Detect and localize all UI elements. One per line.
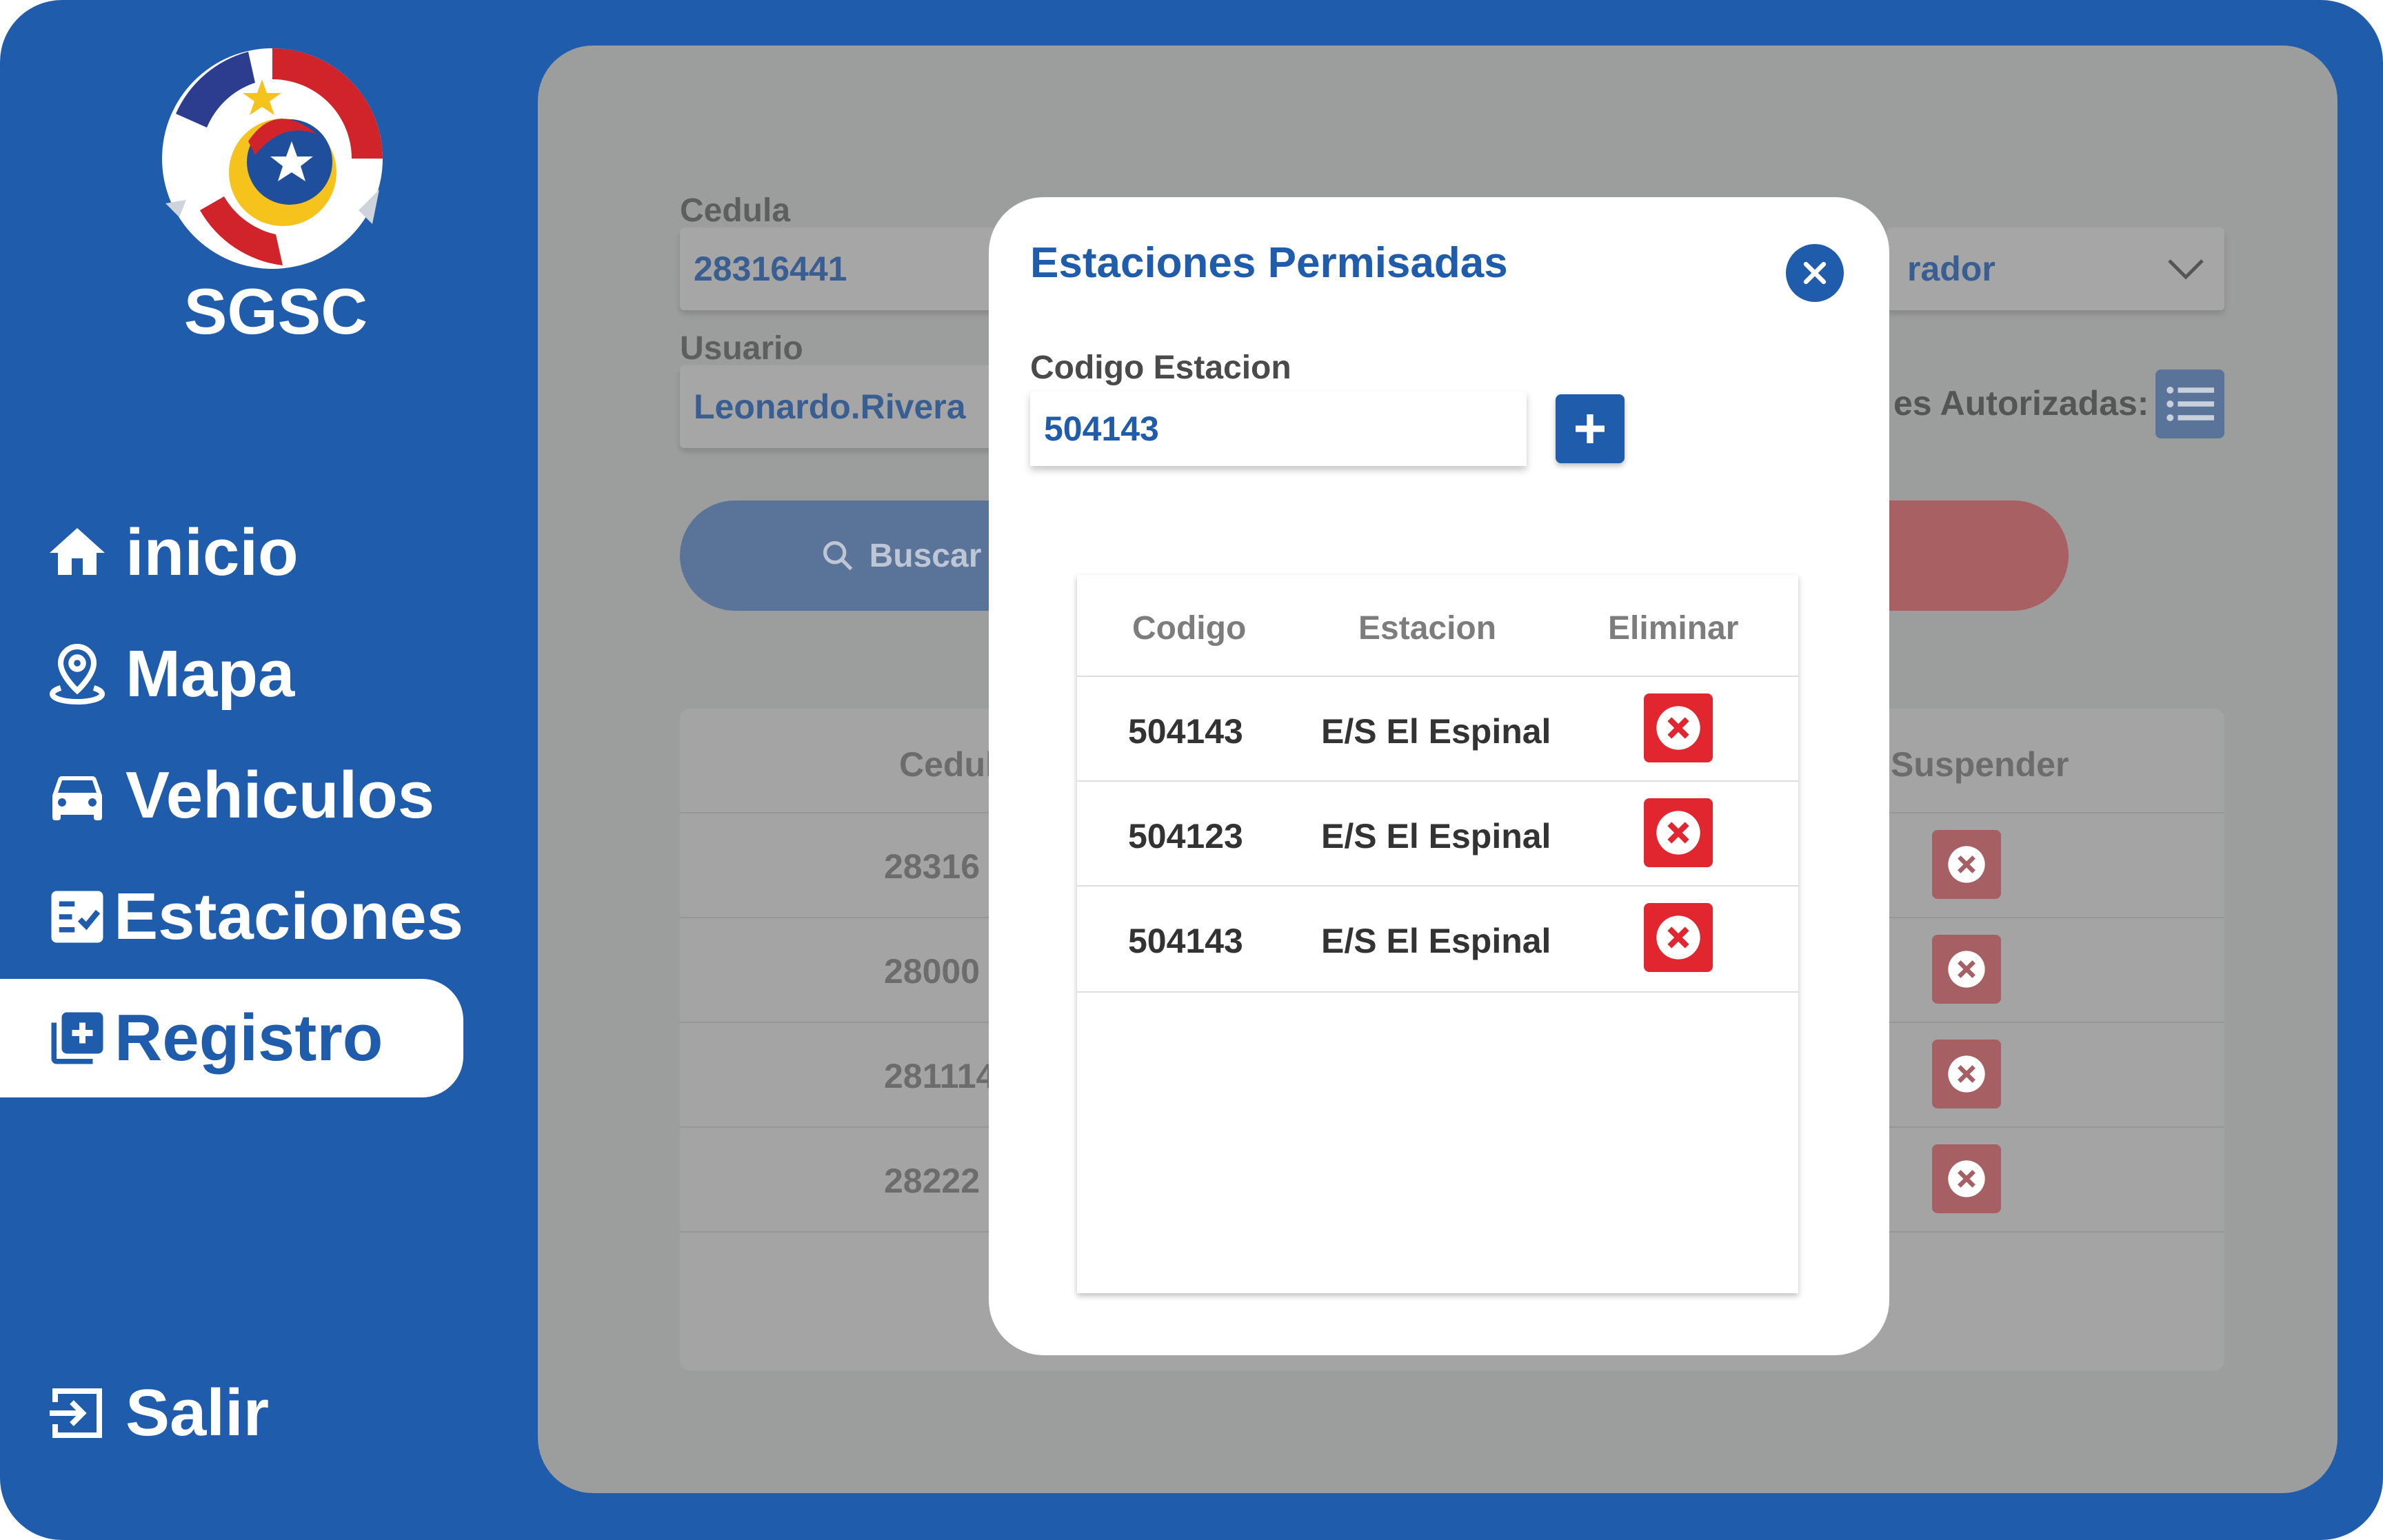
table-header-suspender: Suspender <box>1891 745 2069 784</box>
car-icon <box>43 761 112 830</box>
add-station-button[interactable] <box>1556 394 1625 463</box>
suspend-button[interactable] <box>1932 1144 2001 1213</box>
table-cell-cedula: 28222 <box>884 1162 981 1200</box>
suspend-button[interactable] <box>1932 935 2001 1004</box>
table-cell-codigo: 504143 <box>1128 922 1243 960</box>
table-cell-estacion: E/S El Espinal <box>1321 712 1551 751</box>
sgsc-logo-icon <box>162 48 383 269</box>
table-cell-codigo: 504123 <box>1128 817 1243 855</box>
table-cell-estacion: E/S El Espinal <box>1321 817 1551 855</box>
sidebar-item-estaciones[interactable]: Estaciones <box>0 862 463 972</box>
modal-title: Estaciones Permisadas <box>1030 239 1508 287</box>
table-header-cedula: Cedul <box>899 745 995 784</box>
close-circle-icon <box>1656 915 1700 960</box>
close-circle-icon <box>1948 951 1985 988</box>
chevron-down-icon <box>2168 259 2204 280</box>
list-icon <box>2166 387 2214 421</box>
table-cell-estacion: E/S El Espinal <box>1321 922 1551 960</box>
sidebar-item-vehiculos[interactable]: Vehiculos <box>0 740 463 851</box>
sidebar-item-inicio[interactable]: inicio <box>0 498 463 608</box>
sidebar-item-mapa[interactable]: Mapa <box>0 619 463 729</box>
brand-name: SGSC <box>183 275 368 347</box>
table-row: 504143 E/S El Espinal <box>1077 885 1798 993</box>
suspend-button[interactable] <box>1932 830 2001 899</box>
delete-button[interactable] <box>1644 693 1713 762</box>
close-circle-icon <box>1948 1160 1985 1197</box>
modal-close-button[interactable] <box>1786 244 1844 302</box>
delete-button[interactable] <box>1644 903 1713 972</box>
table-cell-cedula: 28316 <box>884 847 981 886</box>
close-circle-icon <box>1656 811 1700 855</box>
stations-table: Codigo Estacion Eliminar 504143 E/S El E… <box>1077 575 1798 1293</box>
search-icon <box>823 540 852 571</box>
sidebar-item-label: Vehiculos <box>125 758 435 832</box>
table-row: 504123 E/S El Espinal <box>1077 780 1798 886</box>
code-label: Codigo Estacion <box>1030 349 1291 386</box>
table-header-eliminar: Eliminar <box>1608 610 1739 647</box>
close-icon <box>1803 261 1827 285</box>
logout-button[interactable]: Salir <box>0 1358 463 1468</box>
table-cell-cedula: 28000 <box>884 952 981 991</box>
table-header-codigo: Codigo <box>1132 610 1247 647</box>
delete-button[interactable] <box>1644 798 1713 867</box>
add-box-icon <box>43 1004 112 1073</box>
role-select[interactable]: rador <box>1887 227 2224 310</box>
sidebar-item-label: Registro <box>114 1001 383 1075</box>
plus-icon <box>1576 414 1605 443</box>
cedula-label: Cedula <box>680 192 791 229</box>
usuario-label: Usuario <box>680 330 803 367</box>
home-icon <box>43 518 112 587</box>
close-circle-icon <box>1948 1055 1985 1093</box>
table-cell-cedula: 281114 <box>884 1057 996 1095</box>
estaciones-list-button[interactable] <box>2155 369 2224 438</box>
sidebar-item-registro[interactable]: Registro <box>0 979 463 1097</box>
table-header-estacion: Estacion <box>1358 610 1497 647</box>
close-circle-icon <box>1948 846 1985 883</box>
suspend-button[interactable] <box>1932 1040 2001 1108</box>
estaciones-modal: Estaciones Permisadas Codigo Estacion Co… <box>989 197 1889 1355</box>
app-frame: SGSC inicio Mapa Vehiculos Estaciones Re… <box>0 0 2383 1540</box>
table-row: 504143 E/S El Espinal <box>1077 676 1798 782</box>
code-input[interactable] <box>1030 392 1527 466</box>
logout-icon <box>43 1379 112 1448</box>
search-button-label: Buscar <box>869 537 982 574</box>
sidebar-item-label: Mapa <box>125 637 295 711</box>
estaciones-autorizadas-label: es Autorizadas: <box>1893 384 2149 423</box>
table-cell-codigo: 504143 <box>1128 712 1243 751</box>
logout-label: Salir <box>125 1376 270 1450</box>
sidebar-item-label: inicio <box>125 516 299 589</box>
role-select-value: rador <box>1907 250 1995 288</box>
close-circle-icon <box>1656 706 1700 750</box>
map-pin-icon <box>43 640 112 709</box>
sidebar-item-label: Estaciones <box>114 880 463 953</box>
checklist-icon <box>43 882 111 951</box>
